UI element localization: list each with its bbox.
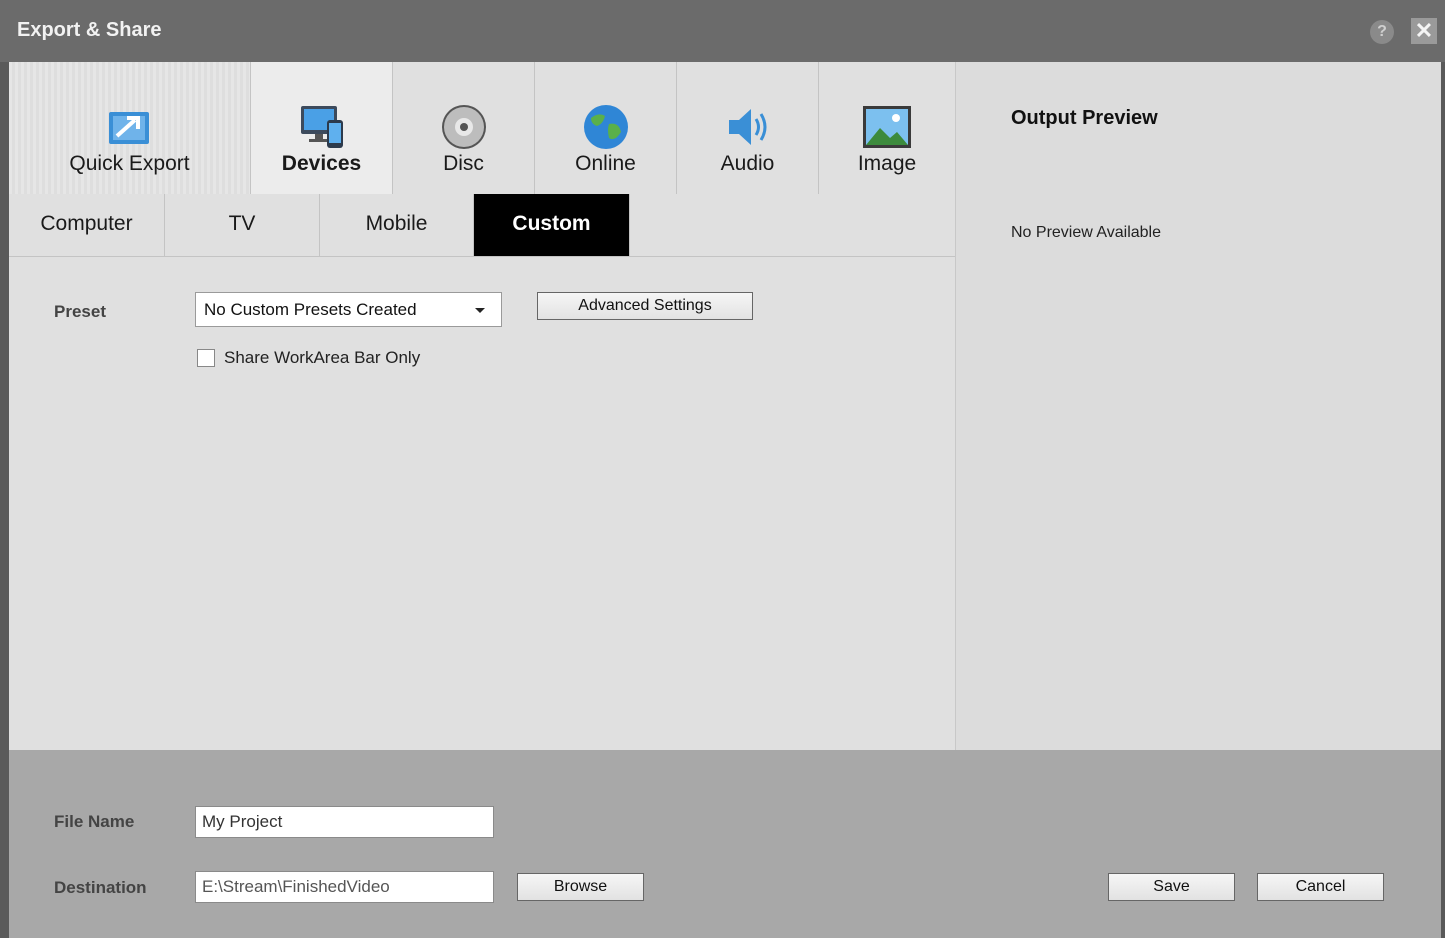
category-image[interactable]: Image	[819, 62, 955, 194]
category-label: Audio	[720, 152, 775, 175]
tab-tv[interactable]: TV	[165, 194, 320, 256]
destination-input[interactable]	[195, 871, 494, 903]
category-disc[interactable]: Disc	[393, 62, 535, 194]
globe-icon	[583, 105, 628, 149]
preset-dropdown[interactable]: No Custom Presets Created	[195, 292, 502, 327]
category-quick-export[interactable]: Quick Export	[9, 62, 251, 194]
category-devices[interactable]: Devices	[251, 62, 393, 194]
preset-label: Preset	[54, 302, 106, 321]
category-online[interactable]: Online	[535, 62, 677, 194]
preset-value: No Custom Presets Created	[204, 300, 417, 319]
destination-label: Destination	[54, 878, 147, 897]
speaker-icon	[728, 109, 766, 145]
filename-label: File Name	[54, 812, 135, 831]
tab-computer[interactable]: Computer	[9, 194, 165, 256]
device-subtabs: Computer TV Mobile Custom	[9, 194, 955, 257]
advanced-settings-button[interactable]: Advanced Settings	[537, 292, 753, 320]
tab-mobile[interactable]: Mobile	[320, 194, 474, 256]
chevron-down-icon	[475, 308, 485, 313]
share-workarea-checkbox[interactable]	[197, 349, 215, 367]
tab-custom[interactable]: Custom	[474, 194, 630, 256]
footer-panel: File Name Destination Browse Save Cancel	[9, 750, 1441, 938]
left-edge	[0, 62, 9, 938]
image-icon	[863, 106, 911, 148]
save-button[interactable]: Save	[1108, 873, 1235, 901]
filename-input[interactable]	[195, 806, 494, 838]
category-tabs: Quick Export Devices Disc Online Audio I…	[9, 62, 955, 194]
output-preview-panel: Output Preview No Preview Available	[955, 62, 1441, 750]
cancel-button[interactable]: Cancel	[1257, 873, 1384, 901]
settings-panel: Quick Export Devices Disc Online Audio I…	[9, 62, 955, 750]
category-label: Online	[575, 152, 636, 175]
close-icon[interactable]: ✕	[1411, 18, 1437, 44]
browse-button[interactable]: Browse	[517, 873, 644, 901]
category-audio[interactable]: Audio	[677, 62, 819, 194]
help-icon[interactable]: ?	[1370, 20, 1394, 44]
preview-title: Output Preview	[1011, 107, 1158, 129]
export-share-dialog: Export & Share ? ✕ Quick Export Devices …	[0, 0, 1445, 938]
dialog-title: Export & Share	[17, 19, 162, 41]
share-workarea-label: Share WorkArea Bar Only	[224, 348, 421, 367]
category-label: Devices	[281, 152, 362, 175]
category-label: Disc	[443, 152, 484, 175]
devices-icon	[300, 106, 343, 148]
disc-icon	[441, 105, 486, 149]
category-label: Quick Export	[69, 152, 190, 175]
right-edge	[1441, 62, 1445, 938]
preview-message: No Preview Available	[1011, 224, 1162, 241]
quick-export-icon	[108, 112, 149, 144]
title-bar: Export & Share ? ✕	[0, 0, 1445, 62]
category-label: Image	[857, 152, 917, 175]
